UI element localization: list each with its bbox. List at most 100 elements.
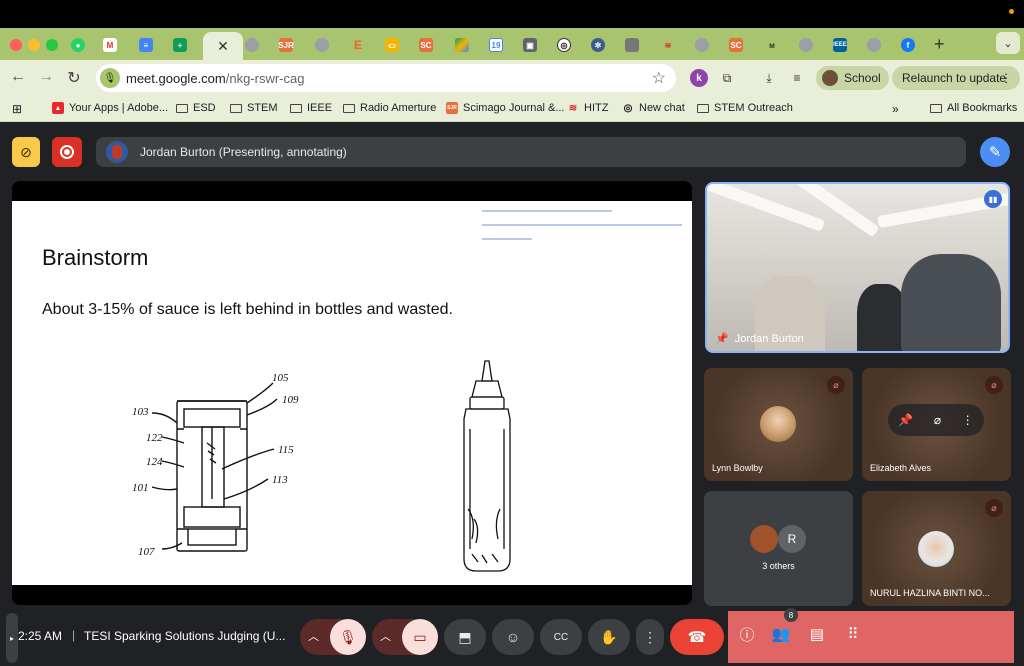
tab-sc-2[interactable]: SC — [724, 34, 748, 56]
tab-hitz[interactable]: ≋ — [656, 34, 680, 56]
participant-tile-nurul[interactable]: ⌀ NURUL HAZLINA BINTI NO... — [862, 491, 1011, 606]
participant-name: Elizabeth Alves — [870, 463, 932, 473]
captions-button[interactable]: CC — [540, 619, 582, 655]
bookmark-folder-stem[interactable]: STEM — [230, 102, 278, 114]
bookmark-folder-ieee[interactable]: IEEE — [290, 102, 332, 114]
url-text[interactable]: meet.google.com/nkg-rswr-cag — [126, 71, 304, 86]
presenting-banner[interactable]: Jordan Burton (Presenting, annotating) — [96, 137, 966, 167]
activities-button[interactable]: ⠿ — [842, 623, 864, 645]
more-options-icon[interactable]: ⋮ — [962, 413, 974, 427]
tab-sheets[interactable]: + — [168, 34, 192, 56]
bookmark-folder-stem-outreach[interactable]: STEM Outreach — [697, 102, 793, 114]
expand-side-handle[interactable]: ▸ — [6, 613, 18, 663]
participant-tile-lynn[interactable]: ⌀ Lynn Bowlby — [704, 368, 853, 481]
bookmark-hitz[interactable]: ≋ HITZ — [567, 102, 609, 114]
tab-gear-site[interactable]: ✲ — [586, 34, 610, 56]
tab-image[interactable]: ▣ — [518, 34, 542, 56]
tab-ieee[interactable]: IEEE — [828, 34, 852, 56]
slide-reference-line — [482, 210, 612, 212]
tab-drive[interactable] — [450, 34, 474, 56]
scimago-icon: SJR — [278, 38, 294, 52]
chat-button[interactable]: ▤ — [806, 623, 828, 645]
relaunch-button[interactable]: Relaunch to update ⋮ — [892, 66, 1020, 90]
meeting-time: 2:25 AM — [18, 629, 63, 643]
leave-call-button[interactable]: ☎ — [670, 619, 724, 655]
reload-button[interactable]: ↻ — [64, 68, 84, 88]
tab-calendar[interactable]: 19 — [484, 34, 508, 56]
participant-tile-others[interactable]: R 3 others — [704, 491, 853, 606]
apps-grid-icon: ⠿ — [847, 626, 859, 643]
participant-tile-elizabeth[interactable]: ⌀ 📌 ⌀ ⋮ Elizabeth Alves — [862, 368, 1011, 481]
phone-hangup-icon: ☎ — [687, 629, 707, 646]
extensions-puzzle-icon[interactable]: ⧉ — [718, 69, 736, 87]
k-extension-icon[interactable]: k — [690, 69, 708, 87]
tab-sjr[interactable]: SJR — [274, 34, 298, 56]
tab-slides[interactable]: ▭ — [380, 34, 404, 56]
tab-meet-active[interactable]: ✕ — [203, 32, 243, 60]
patent-label: 124 — [146, 456, 163, 468]
tab-search-button[interactable]: ⌄ — [996, 32, 1020, 54]
tab-whatsapp[interactable]: ● — [66, 34, 90, 56]
chevron-up-icon[interactable]: ︿ — [308, 628, 319, 644]
address-bar[interactable]: 🎙 meet.google.com/nkg-rswr-cag ☆ — [96, 64, 676, 92]
chevron-up-icon[interactable]: ︿ — [380, 628, 391, 644]
bookmark-label: Radio Amerture — [360, 102, 437, 114]
bookmark-folder-radio[interactable]: Radio Amerture — [343, 102, 436, 114]
whatsapp-icon: ● — [71, 38, 85, 52]
bookmark-label: IEEE — [307, 102, 333, 114]
pin-icon[interactable]: 📌 — [898, 413, 913, 427]
people-icon: 👥 — [771, 626, 791, 643]
tab-facebook[interactable]: f — [896, 34, 920, 56]
bookmark-adobe[interactable]: ▲ Your Apps | Adobe... — [52, 102, 168, 114]
mic-off-button[interactable]: 🎙 — [330, 619, 366, 655]
mute-participant-icon[interactable]: ⌀ — [934, 413, 941, 427]
present-button[interactable]: ⬒ — [444, 619, 486, 655]
tab-photo[interactable] — [620, 34, 644, 56]
close-window-button[interactable] — [10, 39, 22, 51]
more-options-button[interactable]: ⋮ — [636, 619, 664, 655]
tab-chatgpt[interactable]: ◎ — [552, 34, 576, 56]
new-tab-button[interactable]: + — [934, 34, 945, 55]
bookmarks-overflow-button[interactable]: » — [892, 102, 899, 116]
etsy-icon: E — [353, 38, 362, 52]
tab-sc-1[interactable]: SC — [414, 34, 438, 56]
tab-etsy[interactable]: E — [346, 34, 370, 56]
tab-generic-1[interactable] — [240, 34, 264, 56]
minimize-window-button[interactable] — [28, 39, 40, 51]
bookmark-new-chat[interactable]: ◎ New chat — [622, 102, 685, 114]
captions-off-button[interactable]: ⊘ — [12, 137, 40, 167]
tab-m-site[interactable]: ᴍ — [760, 34, 784, 56]
presentation-stage[interactable]: Brainstorm About 3-15% of sauce is left … — [12, 181, 692, 605]
bookmark-scimago[interactable]: SJR Scimago Journal &... — [446, 102, 565, 114]
forward-button[interactable]: → — [36, 68, 56, 86]
tab-docs[interactable]: ≡ — [134, 34, 158, 56]
bookmark-folder-esd[interactable]: ESD — [176, 102, 216, 114]
tab-generic-5[interactable] — [862, 34, 886, 56]
pin-icon[interactable]: 📌 — [715, 332, 729, 345]
meeting-details-button[interactable]: ⓘ — [736, 623, 758, 645]
back-button[interactable]: ← — [8, 68, 28, 86]
raise-hand-button[interactable]: ✋ — [588, 619, 630, 655]
bookmark-star-icon[interactable]: ☆ — [652, 68, 666, 88]
close-tab-icon[interactable]: ✕ — [217, 38, 229, 55]
recording-button[interactable] — [52, 137, 82, 167]
maximize-window-button[interactable] — [46, 39, 58, 51]
tab-generic-3[interactable] — [690, 34, 714, 56]
media-queue-icon[interactable]: ≡ — [788, 69, 806, 87]
emoji-button[interactable]: ☺ — [492, 619, 534, 655]
globe-icon — [315, 38, 329, 52]
people-button[interactable]: 👥 — [770, 623, 792, 645]
profile-button[interactable]: School — [816, 66, 889, 90]
participant-tile-main[interactable]: ▮▮ 📌 Jordan Burton — [705, 182, 1010, 353]
camera-off-button[interactable]: ▭ — [402, 619, 438, 655]
tab-generic-2[interactable] — [310, 34, 334, 56]
tab-generic-4[interactable] — [794, 34, 818, 56]
apps-grid-button[interactable]: ⊞ — [12, 102, 22, 116]
microphone-in-use-icon[interactable]: 🎙 — [100, 68, 120, 88]
presenter-avatar — [106, 141, 128, 163]
all-bookmarks-button[interactable]: All Bookmarks — [930, 102, 1017, 114]
annotate-button[interactable]: ✎ — [980, 137, 1010, 167]
profile-label: School — [844, 71, 881, 85]
tab-gmail[interactable]: M — [98, 34, 122, 56]
download-icon[interactable]: ⤓ — [760, 69, 778, 87]
